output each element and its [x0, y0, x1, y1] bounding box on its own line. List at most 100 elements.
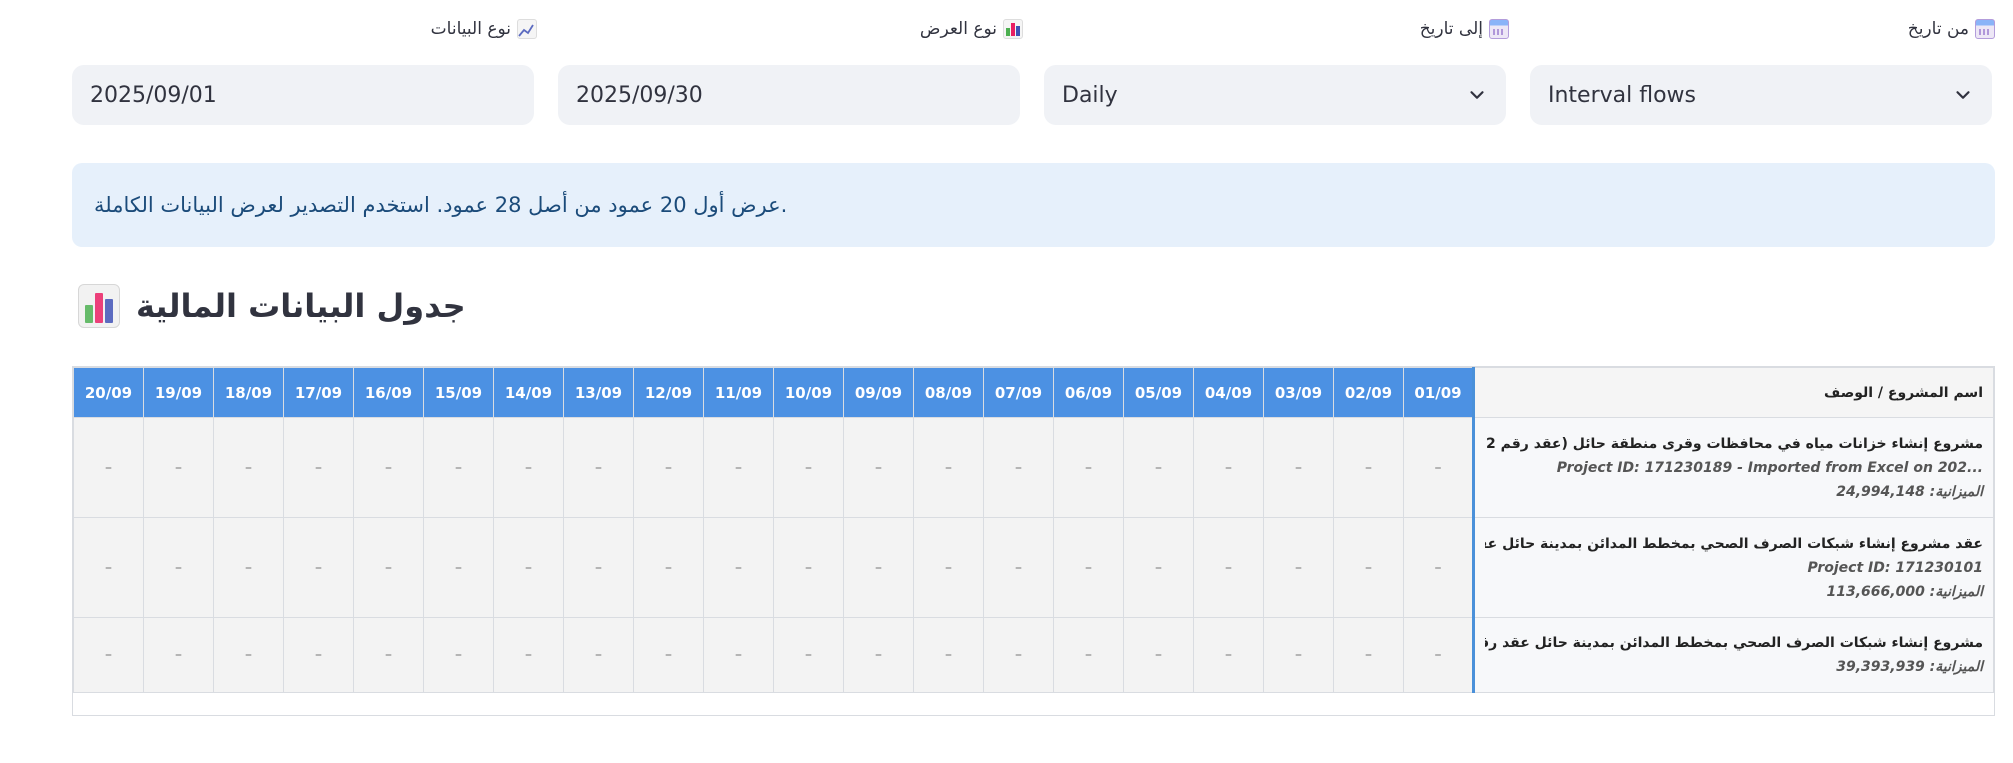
- table-cell: –: [983, 617, 1054, 693]
- table-cell: –: [563, 617, 634, 693]
- table-cell: –: [283, 617, 354, 693]
- column-header-name: اسم المشروع / الوصف: [1472, 367, 1994, 418]
- project-name: مشروع إنشاء خزانات مياه في محافظات وقرى …: [1485, 435, 1983, 452]
- column-header-day: 09/09: [843, 367, 914, 418]
- calendar-icon: [1489, 19, 1509, 39]
- table-cell: –: [1403, 517, 1474, 618]
- chevron-down-icon: [1956, 91, 1970, 99]
- table-cell: –: [283, 517, 354, 618]
- project-id: Project ID: 171230189 - Imported from Ex…: [1556, 459, 1983, 476]
- table-cell: –: [983, 417, 1054, 518]
- view-type-select[interactable]: Daily: [1044, 65, 1506, 125]
- from-date-filter: من تاريخ: [1533, 14, 1995, 44]
- table-cell: –: [563, 517, 634, 618]
- project-name: مشروع إنشاء شبكات الصرف الصحي بمخطط المد…: [1485, 635, 1983, 651]
- table-cell: –: [1193, 417, 1264, 518]
- table-cell: –: [773, 417, 844, 518]
- data-type-label: نوع البيانات: [430, 19, 511, 39]
- table-cell: –: [913, 517, 984, 618]
- table-cell: –: [1053, 517, 1124, 618]
- table-cell: –: [493, 617, 564, 693]
- table-cell: –: [213, 617, 284, 693]
- column-header-day: 06/09: [1053, 367, 1124, 418]
- table-cell: –: [633, 417, 704, 518]
- column-header-day: 16/09: [353, 367, 424, 418]
- table-cell: –: [1403, 417, 1474, 518]
- to-date-input[interactable]: 2025/09/30: [558, 65, 1020, 125]
- column-header-day: 03/09: [1263, 367, 1334, 418]
- table-cell: –: [423, 517, 494, 618]
- to-date-filter: إلى تاريخ: [1047, 14, 1509, 44]
- table-cell: –: [843, 517, 914, 618]
- column-header-day: 01/09: [1403, 367, 1474, 418]
- column-header-day: 08/09: [913, 367, 984, 418]
- table-cell: –: [213, 517, 284, 618]
- table-cell: –: [1193, 517, 1264, 618]
- table-cell: –: [283, 417, 354, 518]
- table-row: مشروع إنشاء خزانات مياه في محافظات وقرى …: [73, 417, 1994, 518]
- table-cell: –: [1263, 417, 1334, 518]
- table-cell: –: [353, 417, 424, 518]
- column-header-day: 11/09: [703, 367, 774, 418]
- column-header-day: 04/09: [1193, 367, 1264, 418]
- table-cell: –: [1193, 617, 1264, 693]
- table-cell: –: [703, 617, 774, 693]
- table-row: مشروع إنشاء شبكات الصرف الصحي بمخطط المد…: [73, 617, 1994, 693]
- project-budget: الميزانية: 39,393,939: [1836, 659, 1983, 675]
- table-cell: –: [1263, 617, 1334, 693]
- table-cell: –: [913, 417, 984, 518]
- table-cell: –: [1123, 517, 1194, 618]
- table-cell: –: [1263, 517, 1334, 618]
- table-cell: –: [143, 617, 214, 693]
- table-cell: –: [633, 517, 704, 618]
- column-header-day: 15/09: [423, 367, 494, 418]
- table-cell: –: [493, 417, 564, 518]
- filters-bar: من تاريخ إلى تاريخ نوع العرض نوع البيانا…: [72, 14, 1995, 44]
- table-cell: –: [563, 417, 634, 518]
- from-date-label: من تاريخ: [1907, 19, 1969, 39]
- table-cell: –: [1333, 617, 1404, 693]
- calendar-icon: [1975, 19, 1995, 39]
- column-header-day: 13/09: [563, 367, 634, 418]
- column-header-day: 17/09: [283, 367, 354, 418]
- trend-chart-icon: [517, 19, 537, 39]
- column-header-day: 07/09: [983, 367, 1054, 418]
- project-name: عقد مشروع إنشاء شبكات الصرف الصحي بمخطط …: [1485, 535, 1983, 552]
- project-budget: الميزانية: 24,994,148: [1836, 483, 1983, 500]
- financial-data-table: اسم المشروع / الوصف 01/09 02/09 03/09 04/09…: [72, 366, 1995, 716]
- page-title: جدول البيانات المالية: [136, 287, 466, 325]
- data-type-select[interactable]: Interval flows: [1530, 65, 1992, 125]
- table-cell: –: [73, 517, 144, 618]
- table-cell: –: [353, 517, 424, 618]
- column-header-day: 05/09: [1123, 367, 1194, 418]
- info-message: .عرض أول 20 عمود من أصل 28 عمود. استخدم …: [94, 193, 788, 217]
- table-cell: –: [73, 617, 144, 693]
- table-cell: –: [773, 517, 844, 618]
- data-type-filter: نوع البيانات: [75, 14, 537, 44]
- column-header-day: 18/09: [213, 367, 284, 418]
- column-header-day: 02/09: [1333, 367, 1404, 418]
- table-cell: –: [773, 617, 844, 693]
- bar-chart-icon: [78, 284, 120, 328]
- page-heading: جدول البيانات المالية: [78, 284, 466, 328]
- table-cell: –: [1123, 417, 1194, 518]
- table-cell: –: [633, 617, 704, 693]
- bar-chart-icon: [1003, 19, 1023, 39]
- table-cell: –: [1403, 617, 1474, 693]
- column-header-day: 19/09: [143, 367, 214, 418]
- column-header-day: 10/09: [773, 367, 844, 418]
- table-row: عقد مشروع إنشاء شبكات الصرف الصحي بمخطط …: [73, 517, 1994, 618]
- column-header-day: 12/09: [633, 367, 704, 418]
- table-cell: –: [1123, 617, 1194, 693]
- table-cell: –: [143, 417, 214, 518]
- column-header-day: 14/09: [493, 367, 564, 418]
- table-cell: –: [913, 617, 984, 693]
- table-cell: –: [423, 417, 494, 518]
- view-type-label: نوع العرض: [919, 19, 997, 39]
- project-budget: الميزانية: 113,666,000: [1826, 583, 1984, 600]
- filter-inputs-row: 2025/09/01 2025/09/30 Daily Interval flo…: [72, 55, 1995, 125]
- table-cell: –: [143, 517, 214, 618]
- table-cell: –: [493, 517, 564, 618]
- from-date-input[interactable]: 2025/09/01: [72, 65, 534, 125]
- table-cell: –: [1053, 617, 1124, 693]
